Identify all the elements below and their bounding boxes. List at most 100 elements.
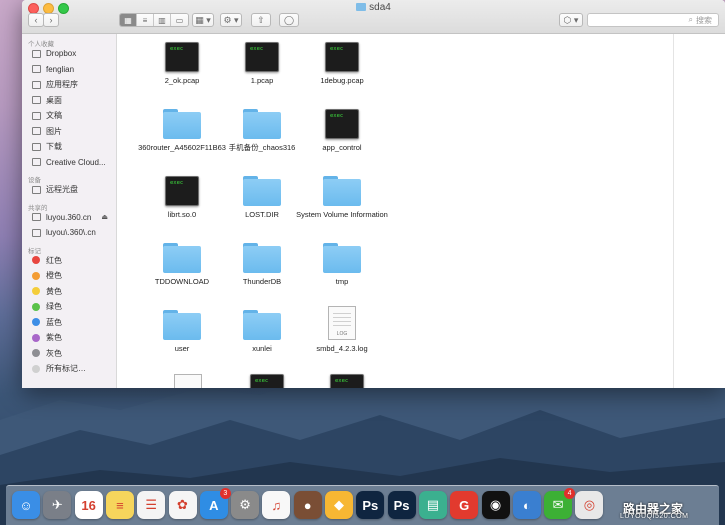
file-item[interactable]: exec 1debug.pcap — [296, 42, 388, 86]
dock-gm-icon[interactable]: G — [450, 491, 479, 519]
folder-body — [323, 246, 361, 273]
file-item[interactable]: exec 1.pcap — [216, 42, 308, 86]
preview-divider — [673, 34, 674, 388]
file-item[interactable]: exec — [301, 374, 393, 388]
dock-photos-icon[interactable]: ✿ — [168, 491, 197, 519]
dock-calendar-icon[interactable]: 16 — [74, 491, 103, 519]
sidebar-item-label: 红色 — [46, 255, 62, 265]
dock-photoshop-2-icon[interactable]: Ps — [387, 491, 416, 519]
exec-label: exec — [250, 46, 264, 52]
sidebar-item-favorite[interactable]: 应用程序 — [22, 77, 116, 93]
folder-body — [243, 246, 281, 273]
dock-notes-icon[interactable]: ≡ — [105, 491, 134, 519]
doc-line — [333, 313, 351, 314]
forward-button[interactable]: › — [43, 13, 59, 27]
file-item[interactable]: exec 2_ok.pcap — [136, 42, 228, 86]
dropbox-button[interactable]: ⬡ ▾ — [559, 13, 583, 27]
sidebar-item-tag[interactable]: 红色 — [22, 253, 116, 269]
dock-launchpad-icon[interactable]: ✈ — [43, 491, 72, 519]
tag-button[interactable]: ◯ — [279, 13, 299, 27]
downloads-icon — [32, 142, 41, 151]
dock-chrome-icon[interactable]: ◎ — [575, 491, 604, 519]
view-switcher: ▦ ≡ ▥ ▭ — [119, 13, 189, 27]
sidebar-item-favorite[interactable]: Creative Cloud... — [22, 155, 116, 171]
sidebar-item-tag[interactable]: 灰色 — [22, 346, 116, 362]
dock-finder-icon[interactable]: ☺ — [12, 491, 40, 519]
sidebar-item-tag[interactable]: 紫色 — [22, 330, 116, 346]
file-item[interactable]: xunlei — [216, 310, 308, 354]
sidebar-item-favorite[interactable]: 文稿 — [22, 108, 116, 124]
dock-qq-icon[interactable]: ◉ — [481, 491, 510, 519]
pictures-icon — [32, 127, 41, 136]
creative-cloud-icon — [32, 158, 41, 167]
share-button[interactable]: ⇧ — [251, 13, 271, 27]
sidebar-item-label: 黄色 — [46, 286, 62, 296]
folder-body — [243, 313, 281, 340]
folder-icon — [163, 310, 201, 340]
column-view-button[interactable]: ▥ — [154, 14, 171, 26]
sidebar-item-favorite[interactable]: 图片 — [22, 124, 116, 140]
desktop-icon — [32, 96, 41, 105]
search-input[interactable]: ⌕ 搜索 — [587, 13, 719, 27]
action-button[interactable]: ⚙ ▾ — [220, 13, 242, 27]
file-item[interactable]: LOST.DIR — [216, 176, 308, 220]
dock-system-preferences-icon[interactable]: ⚙ — [231, 491, 260, 519]
file-item[interactable]: 360router_A45602F11B63 — [136, 109, 228, 153]
sidebar-item-device[interactable]: 远程光盘 — [22, 182, 116, 198]
sidebar-item-label: 文稿 — [46, 111, 62, 121]
sidebar-item-favorite[interactable]: 下载 — [22, 139, 116, 155]
dock-basketball-icon[interactable]: ● — [293, 491, 322, 519]
executable-icon: exec — [245, 42, 279, 72]
dock-pinta-icon[interactable]: ▤ — [418, 491, 447, 519]
dock-wechat-icon[interactable]: ✉ 4 — [544, 488, 576, 519]
sidebar-item-tag[interactable]: 黄色 — [22, 284, 116, 300]
sidebar-item-label: 橙色 — [46, 271, 62, 281]
disc-icon — [32, 185, 41, 194]
coverflow-view-button[interactable]: ▭ — [171, 14, 188, 26]
dock-itunes-icon[interactable]: ♫ — [262, 491, 291, 519]
folder-body — [163, 112, 201, 139]
sidebar-item-tag[interactable]: 所有标记… — [22, 361, 116, 377]
file-name: user — [174, 344, 190, 353]
notification-badge: 3 — [219, 488, 231, 499]
folder-body — [243, 179, 281, 206]
sidebar-item-favorite[interactable]: 桌面 — [22, 93, 116, 109]
eject-icon[interactable]: ⏏ — [101, 213, 108, 221]
file-item[interactable]: ThunderDB — [216, 243, 308, 287]
dock-sketch-icon[interactable]: ◆ — [325, 491, 353, 519]
document-icon — [174, 374, 202, 388]
tag-color-icon — [32, 271, 40, 280]
sidebar-item-tag[interactable]: 蓝色 — [22, 315, 116, 331]
file-name: TDDOWNLOAD — [154, 277, 210, 286]
dock-reminders-icon[interactable]: ☰ — [137, 491, 166, 519]
file-item[interactable]: 手机备份_chaos316 — [216, 109, 308, 153]
file-item[interactable]: tmp — [296, 243, 388, 287]
log-label: LOG — [336, 331, 348, 337]
dock-app-store-icon[interactable]: A3 — [199, 488, 231, 519]
arrange-button[interactable]: ▦ ▾ — [192, 13, 214, 27]
sidebar-item-shared[interactable]: luyou\.360\.cn — [22, 225, 116, 241]
file-item[interactable]: TDDOWNLOAD — [136, 243, 228, 287]
file-item[interactable]: exec — [221, 374, 313, 388]
sidebar-item-shared[interactable]: luyou.360.cn ⏏ — [22, 210, 116, 226]
list-view-button[interactable]: ≡ — [137, 14, 154, 26]
file-item[interactable]: LOG smbd_4.2.3.log — [296, 306, 388, 354]
sidebar-item-favorite[interactable]: fenglian — [22, 62, 116, 78]
sidebar-item-tag[interactable]: 绿色 — [22, 299, 116, 315]
executable-icon: exec — [250, 374, 284, 388]
dock-browser-icon[interactable]: ◐ — [512, 491, 541, 519]
file-item[interactable]: exec librt.so.0 — [136, 176, 228, 220]
dock-photoshop-icon[interactable]: Ps — [356, 491, 385, 519]
exec-label: exec — [330, 46, 344, 52]
file-item[interactable]: System Volume Information — [296, 176, 388, 220]
folder-body — [323, 179, 361, 206]
file-name: 360router_A45602F11B63 — [138, 143, 226, 152]
back-button[interactable]: ‹ — [28, 13, 44, 27]
sidebar-item-tag[interactable]: 橙色 — [22, 268, 116, 284]
file-item[interactable]: exec app_control — [296, 109, 388, 153]
doc-line — [333, 325, 351, 326]
icon-view-button[interactable]: ▦ — [120, 14, 137, 26]
executable-icon: exec — [165, 176, 199, 206]
sidebar-item-favorite[interactable]: Dropbox — [22, 46, 116, 62]
file-item[interactable]: user — [136, 310, 228, 354]
